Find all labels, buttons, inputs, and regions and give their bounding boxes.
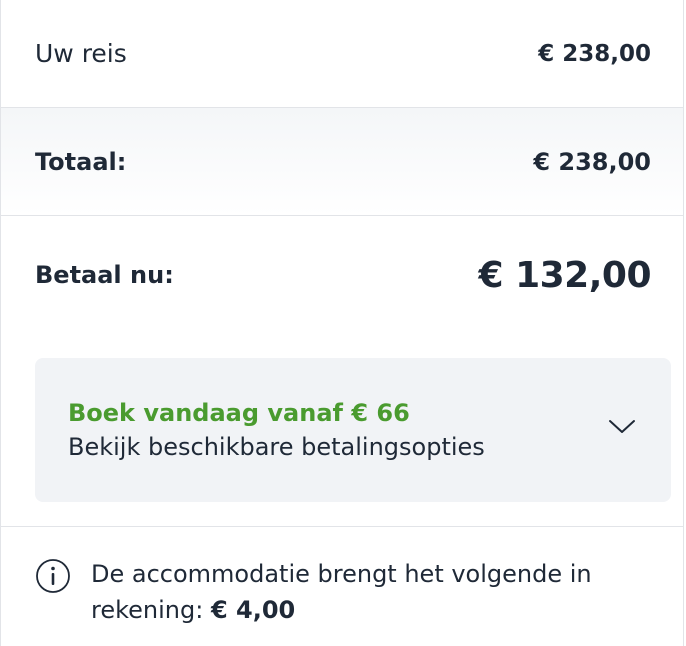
section-divider <box>1 526 683 527</box>
total-row: Totaal: € 238,00 <box>1 108 683 216</box>
notice-message: De accommodatie brengt het volgende in r… <box>91 560 592 624</box>
total-label: Totaal: <box>35 147 127 176</box>
trip-price-row: Uw reis € 238,00 <box>1 0 683 108</box>
trip-amount: € 238,00 <box>538 40 651 67</box>
accommodation-fee-notice: De accommodatie brengt het volgende in r… <box>35 556 643 628</box>
payment-options-subtitle: Bekijk beschikbare betalingsopties <box>68 433 485 461</box>
payment-options-dropdown[interactable]: Boek vandaag vanaf € 66 Bekijk beschikba… <box>35 358 671 502</box>
notice-text: De accommodatie brengt het volgende in r… <box>91 556 643 628</box>
trip-label: Uw reis <box>35 39 127 68</box>
notice-amount: € 4,00 <box>210 596 296 624</box>
info-icon <box>36 559 70 593</box>
payment-options-title: Boek vandaag vanaf € 66 <box>68 399 410 427</box>
total-amount: € 238,00 <box>533 147 651 176</box>
pay-now-label: Betaal nu: <box>35 261 174 289</box>
pay-now-row: Betaal nu: € 132,00 <box>1 216 683 334</box>
price-summary-card: Uw reis € 238,00 Totaal: € 238,00 Betaal… <box>0 0 684 646</box>
chevron-down-icon[interactable] <box>607 416 637 436</box>
pay-now-amount: € 132,00 <box>478 254 651 296</box>
